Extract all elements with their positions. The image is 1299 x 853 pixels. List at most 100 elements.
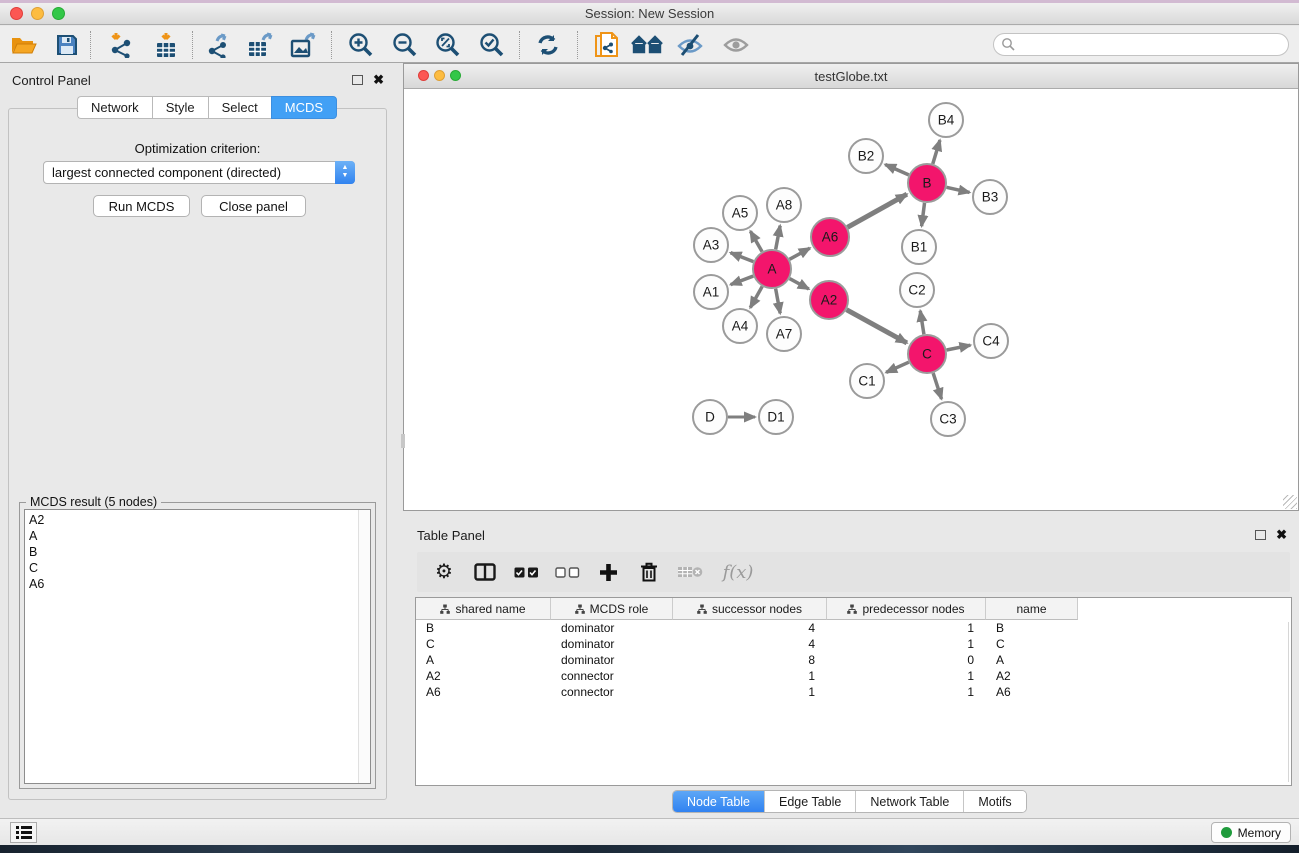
mcds-result-item[interactable]: A2	[29, 512, 370, 528]
table-cell[interactable]: 0	[827, 652, 986, 668]
column-layout-button[interactable]	[472, 559, 498, 585]
node-A[interactable]: A	[753, 250, 791, 288]
zoom-window-button[interactable]	[52, 7, 65, 20]
mcds-result-scrollbar[interactable]	[358, 510, 370, 783]
node-A7[interactable]: A7	[767, 317, 801, 351]
edge-A-A3[interactable]	[731, 253, 754, 262]
tab-select[interactable]: Select	[208, 96, 271, 119]
table-cell[interactable]: A2	[986, 668, 1078, 684]
table-row[interactable]: Adominator80A	[416, 652, 1291, 668]
edge-A2-C[interactable]	[847, 310, 907, 343]
node-D1[interactable]: D1	[759, 400, 793, 434]
table-row[interactable]: A6connector11A6	[416, 684, 1291, 700]
tab-node-table[interactable]: Node Table	[673, 791, 765, 812]
node-B4[interactable]: B4	[929, 103, 963, 137]
table-scrollbar[interactable]	[1288, 622, 1289, 782]
import-table-button[interactable]	[146, 29, 186, 61]
edge-A-A7[interactable]	[776, 289, 781, 314]
column-header-successor-nodes[interactable]: successor nodes	[673, 598, 827, 620]
column-header-mcds-role[interactable]: MCDS role	[551, 598, 673, 620]
tab-motifs[interactable]: Motifs	[964, 791, 1025, 812]
table-cell[interactable]: 1	[673, 668, 827, 684]
tab-style[interactable]: Style	[152, 96, 208, 119]
table-cell[interactable]: 8	[673, 652, 827, 668]
zoom-network-window-button[interactable]	[450, 70, 461, 81]
node-C3[interactable]: C3	[931, 402, 965, 436]
open-session-button[interactable]	[4, 29, 44, 61]
edge-B-B3[interactable]	[947, 187, 970, 192]
edge-A6-B[interactable]	[847, 194, 906, 227]
node-A8[interactable]: A8	[767, 188, 801, 222]
network-file-button[interactable]	[587, 29, 627, 61]
node-A1[interactable]: A1	[694, 275, 728, 309]
table-cell[interactable]: 4	[673, 636, 827, 652]
zoom-fit-button[interactable]	[428, 29, 468, 61]
table-cell[interactable]: B	[986, 620, 1078, 636]
edge-B-B4[interactable]	[933, 140, 940, 164]
table-cell[interactable]: dominator	[551, 652, 673, 668]
minimize-network-window-button[interactable]	[434, 70, 445, 81]
edge-B-B1[interactable]	[922, 203, 925, 226]
optimization-criterion-select[interactable]: largest connected component (directed) ▲…	[43, 161, 355, 184]
table-cell[interactable]: C	[416, 636, 551, 652]
mcds-result-list[interactable]: A2ABCA6	[24, 509, 371, 784]
table-cell[interactable]: A	[986, 652, 1078, 668]
tab-network-table[interactable]: Network Table	[856, 791, 964, 812]
close-network-window-button[interactable]	[418, 70, 429, 81]
table-cell[interactable]: connector	[551, 668, 673, 684]
save-session-button[interactable]	[47, 29, 87, 61]
zoom-out-button[interactable]	[385, 29, 425, 61]
node-B[interactable]: B	[908, 164, 946, 202]
node-B3[interactable]: B3	[973, 180, 1007, 214]
zoom-selected-button[interactable]	[472, 29, 512, 61]
close-panel-button[interactable]: Close panel	[201, 195, 306, 217]
window-resize-grip-icon[interactable]	[1283, 495, 1297, 509]
minimize-window-button[interactable]	[31, 7, 44, 20]
table-settings-gear-button[interactable]: ⚙	[431, 559, 457, 585]
table-cell[interactable]: A2	[416, 668, 551, 684]
table-cell[interactable]: 1	[827, 684, 986, 700]
network-canvas[interactable]: AA1A2A3A4A5A6A7A8BB1B2B3B4CC1C2C3C4DD1	[404, 89, 1298, 510]
edge-A-A1[interactable]	[731, 276, 754, 285]
node-C1[interactable]: C1	[850, 364, 884, 398]
export-table-button[interactable]	[241, 29, 281, 61]
tab-mcds[interactable]: MCDS	[271, 96, 337, 119]
edge-C-C3[interactable]	[933, 373, 941, 399]
column-header-name[interactable]: name	[986, 598, 1078, 620]
close-window-button[interactable]	[10, 7, 23, 20]
table-cell[interactable]: 1	[673, 684, 827, 700]
memory-status-button[interactable]: Memory	[1211, 822, 1291, 843]
network-graph[interactable]: AA1A2A3A4A5A6A7A8BB1B2B3B4CC1C2C3C4DD1	[404, 89, 1298, 510]
table-cell[interactable]: 1	[827, 668, 986, 684]
column-header-predecessor-nodes[interactable]: predecessor nodes	[827, 598, 986, 620]
tab-edge-table[interactable]: Edge Table	[765, 791, 856, 812]
edge-A-A2[interactable]	[790, 279, 809, 289]
export-network-button[interactable]	[199, 29, 239, 61]
delete-table-button[interactable]	[677, 559, 703, 585]
search-box[interactable]	[993, 33, 1289, 56]
network-window-title-bar[interactable]: testGlobe.txt	[404, 64, 1298, 89]
node-A4[interactable]: A4	[723, 309, 757, 343]
home-button[interactable]	[627, 29, 667, 61]
edge-C-C4[interactable]	[947, 345, 971, 350]
mcds-result-item[interactable]: B	[29, 544, 370, 560]
edge-C-C2[interactable]	[920, 311, 924, 334]
table-row[interactable]: Cdominator41C	[416, 636, 1291, 652]
table-cell[interactable]: 1	[827, 636, 986, 652]
node-A6[interactable]: A6	[811, 218, 849, 256]
mcds-result-item[interactable]: A6	[29, 576, 370, 592]
table-row[interactable]: Bdominator41B	[416, 620, 1291, 636]
export-image-button[interactable]	[284, 29, 324, 61]
search-input[interactable]	[1016, 38, 1288, 52]
run-mcds-button[interactable]: Run MCDS	[93, 195, 190, 217]
select-all-columns-button[interactable]	[513, 559, 539, 585]
edge-A-A8[interactable]	[776, 226, 780, 250]
table-cell[interactable]: dominator	[551, 636, 673, 652]
unselect-all-columns-button[interactable]	[554, 559, 580, 585]
node-B1[interactable]: B1	[902, 230, 936, 264]
table-cell[interactable]: B	[416, 620, 551, 636]
zoom-in-button[interactable]	[341, 29, 381, 61]
node-C4[interactable]: C4	[974, 324, 1008, 358]
hide-graphics-details-button[interactable]	[670, 29, 710, 61]
refresh-view-button[interactable]	[528, 29, 568, 61]
